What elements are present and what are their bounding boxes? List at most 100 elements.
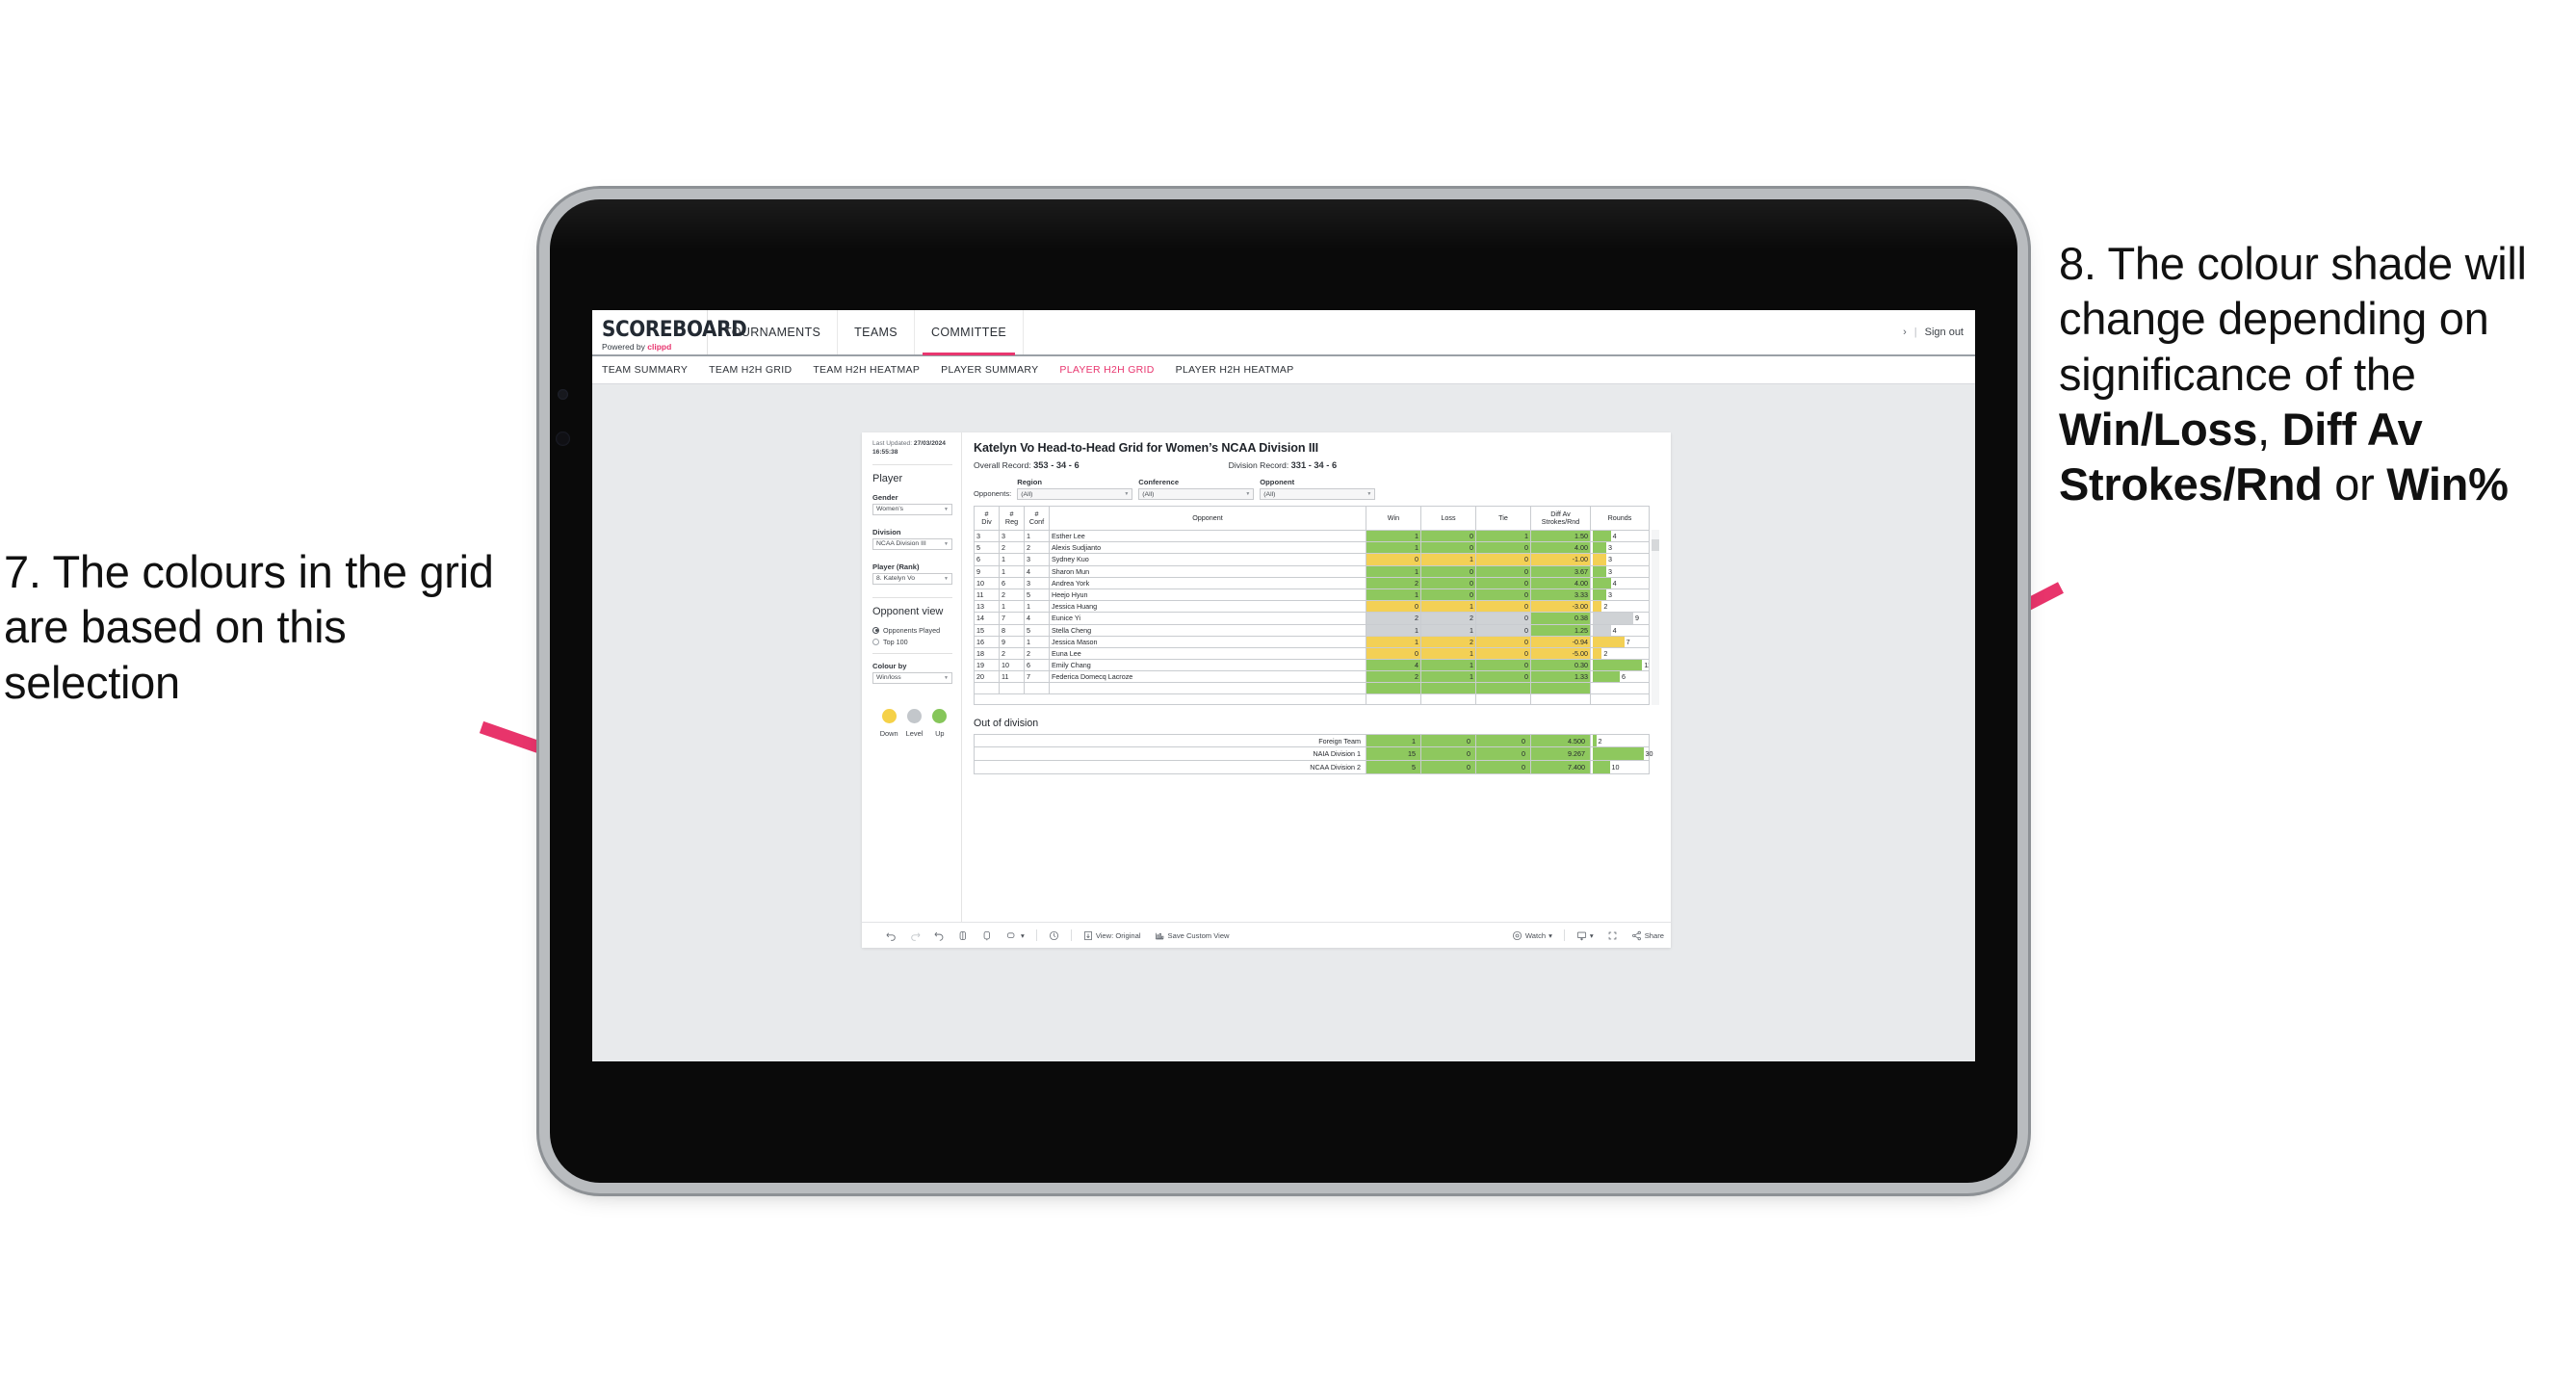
table-row[interactable]: 13 1 1 Jessica Huang 0 1 0 -3.00 2 bbox=[974, 600, 1650, 614]
filter-gender: Gender Women’s ▼ bbox=[872, 493, 952, 515]
cell-div: 9 bbox=[974, 564, 1000, 578]
cell-loss: 0 bbox=[1420, 529, 1476, 543]
cell-reg: 9 bbox=[999, 635, 1025, 648]
cell-conf: 4 bbox=[1024, 612, 1050, 625]
cell-loss: 0 bbox=[1420, 733, 1476, 748]
view-original-button[interactable]: View: Original bbox=[1077, 930, 1148, 941]
cell-div: 6 bbox=[974, 553, 1000, 566]
cell-loss: 2 bbox=[1420, 635, 1476, 648]
chevron-right-icon[interactable]: › bbox=[1903, 327, 1907, 338]
cell-tie: 0 bbox=[1475, 635, 1531, 648]
filter-opponent: Opponent (All) ▼ bbox=[1260, 478, 1376, 500]
overall-record: Overall Record: 353 - 34 - 6 bbox=[974, 460, 1080, 470]
table-row[interactable]: Foreign Team 1 0 0 4.500 2 bbox=[974, 733, 1650, 748]
undo-button[interactable] bbox=[879, 930, 903, 941]
subnav-item-player-h2h-heatmap[interactable]: PLAYER H2H HEATMAP bbox=[1176, 364, 1294, 376]
brand-logo[interactable]: SCOREBOARD Powered by clippd bbox=[592, 310, 747, 354]
front-camera-icon bbox=[558, 389, 568, 400]
redo-button[interactable] bbox=[903, 930, 927, 941]
table-row[interactable]: 3 3 1 Esther Lee 1 0 1 1.50 4 bbox=[974, 529, 1650, 543]
player-rank-select-value: 8. Katelyn Vo bbox=[876, 575, 916, 583]
subnav-item-team-h2h-heatmap[interactable]: TEAM H2H HEATMAP bbox=[813, 364, 920, 376]
table-row[interactable]: 15 8 5 Stella Cheng 1 1 0 1.25 4 bbox=[974, 623, 1650, 637]
table-row[interactable]: 10 6 3 Andrea York 2 0 0 4.00 4 bbox=[974, 576, 1650, 589]
cell-div: 3 bbox=[974, 529, 1000, 543]
filter-player-rank-label: Player (Rank) bbox=[872, 562, 920, 571]
brand-tagline: Powered by clippd bbox=[602, 343, 707, 352]
view-original-dropdown-button[interactable]: ▾ bbox=[1000, 930, 1031, 941]
nav-item-committee[interactable]: COMMITTEE bbox=[915, 310, 1025, 355]
rounds-value: 3 bbox=[1608, 543, 1612, 553]
overall-record-label: Overall Record: bbox=[974, 460, 1031, 470]
table-row[interactable]: 19106Emily Chang4100.3011 bbox=[974, 659, 1650, 672]
rounds-bar-cell: 9 bbox=[1593, 613, 1647, 623]
division-select[interactable]: NCAA Division III ▼ bbox=[872, 537, 952, 550]
annotation-right-part-1: Win/Loss bbox=[2059, 403, 2258, 455]
legend-dot-up bbox=[932, 708, 948, 723]
col-loss: Loss bbox=[1420, 506, 1476, 531]
grid-scrollbar[interactable] bbox=[1652, 530, 1659, 705]
col-reg: # Reg bbox=[999, 506, 1025, 531]
table-row[interactable]: 16 9 1 Jessica Mason 1 2 0 -0.94 7 bbox=[974, 635, 1650, 648]
device-preview-button[interactable] bbox=[1042, 930, 1066, 941]
gender-select-value: Women’s bbox=[876, 506, 904, 513]
player-section-title: Player bbox=[872, 472, 903, 484]
table-row[interactable]: 5 2 2 Alexis Sudjianto 1 0 0 4.00 3 bbox=[974, 541, 1650, 555]
filter-region: Region (All) ▼ bbox=[1017, 478, 1133, 500]
radio-opponents-played[interactable]: Opponents Played bbox=[872, 626, 952, 635]
division-record-label: Division Record: bbox=[1228, 460, 1289, 470]
watch-button[interactable]: Watch ▾ bbox=[1505, 930, 1559, 941]
subnav-item-team-h2h-grid[interactable]: TEAM H2H GRID bbox=[709, 364, 792, 376]
table-row[interactable]: 6 1 3 Sydney Kuo 0 1 0 -1.00 3 bbox=[974, 553, 1650, 566]
radio-top-100[interactable]: Top 100 bbox=[872, 638, 952, 646]
region-select[interactable]: (All) ▼ bbox=[1017, 488, 1133, 500]
chevron-down-icon: ▼ bbox=[1366, 491, 1372, 497]
fullscreen-button[interactable] bbox=[1600, 930, 1625, 941]
cell-tie: 0 bbox=[1475, 564, 1531, 578]
save-custom-view-button[interactable]: Save Custom View bbox=[1148, 930, 1236, 941]
download-button[interactable]: ▾ bbox=[1570, 930, 1600, 941]
subnav-item-player-h2h-grid[interactable]: PLAYER H2H GRID bbox=[1059, 364, 1154, 376]
table-row[interactable]: 18 2 2 Euna Lee 0 1 0 -5.00 2 bbox=[974, 646, 1650, 661]
grid-scrollbar-thumb[interactable] bbox=[1652, 539, 1659, 551]
nav-item-tournaments[interactable]: TOURNAMENTS bbox=[708, 310, 839, 354]
caret-down-icon: ▾ bbox=[1021, 930, 1025, 940]
gender-select[interactable]: Women’s ▼ bbox=[872, 503, 952, 515]
cell-group-name: NAIA Division 1 bbox=[974, 746, 1366, 761]
col-conf-l2: Conf bbox=[1028, 517, 1045, 526]
table-row[interactable]: NAIA Division 1 15 0 0 9.267 30 bbox=[974, 746, 1653, 761]
table-row[interactable]: 20 11 7 Federica Domecq Lacroze 2 1 0 1.33 6 bbox=[974, 670, 1650, 684]
cell-opponent: Alexis Sudjianto bbox=[1049, 541, 1366, 555]
cell-opponent: Emily Chang bbox=[1049, 659, 1366, 672]
share-label: Share bbox=[1644, 930, 1664, 940]
cell-div: 11 bbox=[974, 588, 1000, 602]
player-rank-select[interactable]: 8. Katelyn Vo ▼ bbox=[872, 572, 952, 585]
opponent-select[interactable]: (All) ▼ bbox=[1260, 488, 1376, 500]
table-row[interactable]: 11 2 5 Heejo Hyun 1 0 0 3.33 3 bbox=[974, 588, 1650, 602]
colour-by-select[interactable]: Win/loss ▼ bbox=[872, 671, 952, 684]
cell-reg: 2 bbox=[999, 646, 1025, 661]
nav-item-teams[interactable]: TEAMS bbox=[838, 310, 915, 354]
table-row[interactable]: 9 1 4 Sharon Mun 1 0 0 3.67 3 bbox=[974, 564, 1650, 578]
col-tie: Tie bbox=[1475, 506, 1531, 531]
table-row[interactable]: NCAA Division 2 5 0 0 7.400 10 bbox=[974, 760, 1650, 774]
refresh-button[interactable] bbox=[951, 930, 976, 941]
cell-opponent: Jessica Huang bbox=[1049, 600, 1366, 614]
blank-tie bbox=[1475, 693, 1531, 705]
view-original-label: View: Original bbox=[1095, 930, 1141, 940]
sign-out-button[interactable]: Sign out bbox=[1925, 327, 1964, 338]
rounds-value: 3 bbox=[1608, 590, 1612, 600]
cell-rounds-bar: 30 bbox=[1590, 746, 1653, 761]
subnav-item-team-summary[interactable]: TEAM SUMMARY bbox=[602, 364, 688, 376]
share-button[interactable]: Share bbox=[1625, 930, 1671, 941]
legend-label-up: Up bbox=[935, 728, 945, 738]
filter-gender-label: Gender bbox=[872, 492, 898, 502]
cell-diff: 3.67 bbox=[1530, 564, 1591, 578]
cell-diff: 7.400 bbox=[1530, 760, 1591, 774]
subnav-item-player-summary[interactable]: PLAYER SUMMARY bbox=[941, 364, 1038, 376]
pause-auto-update-button[interactable] bbox=[976, 930, 1000, 941]
revert-button[interactable] bbox=[927, 930, 951, 941]
records-row: Overall Record: 353 - 34 - 6 Division Re… bbox=[974, 460, 1659, 470]
conference-select[interactable]: (All) ▼ bbox=[1138, 488, 1255, 500]
table-row[interactable]: 14 7 4 Eunice Yi 2 2 0 0.38 9 bbox=[974, 612, 1650, 625]
